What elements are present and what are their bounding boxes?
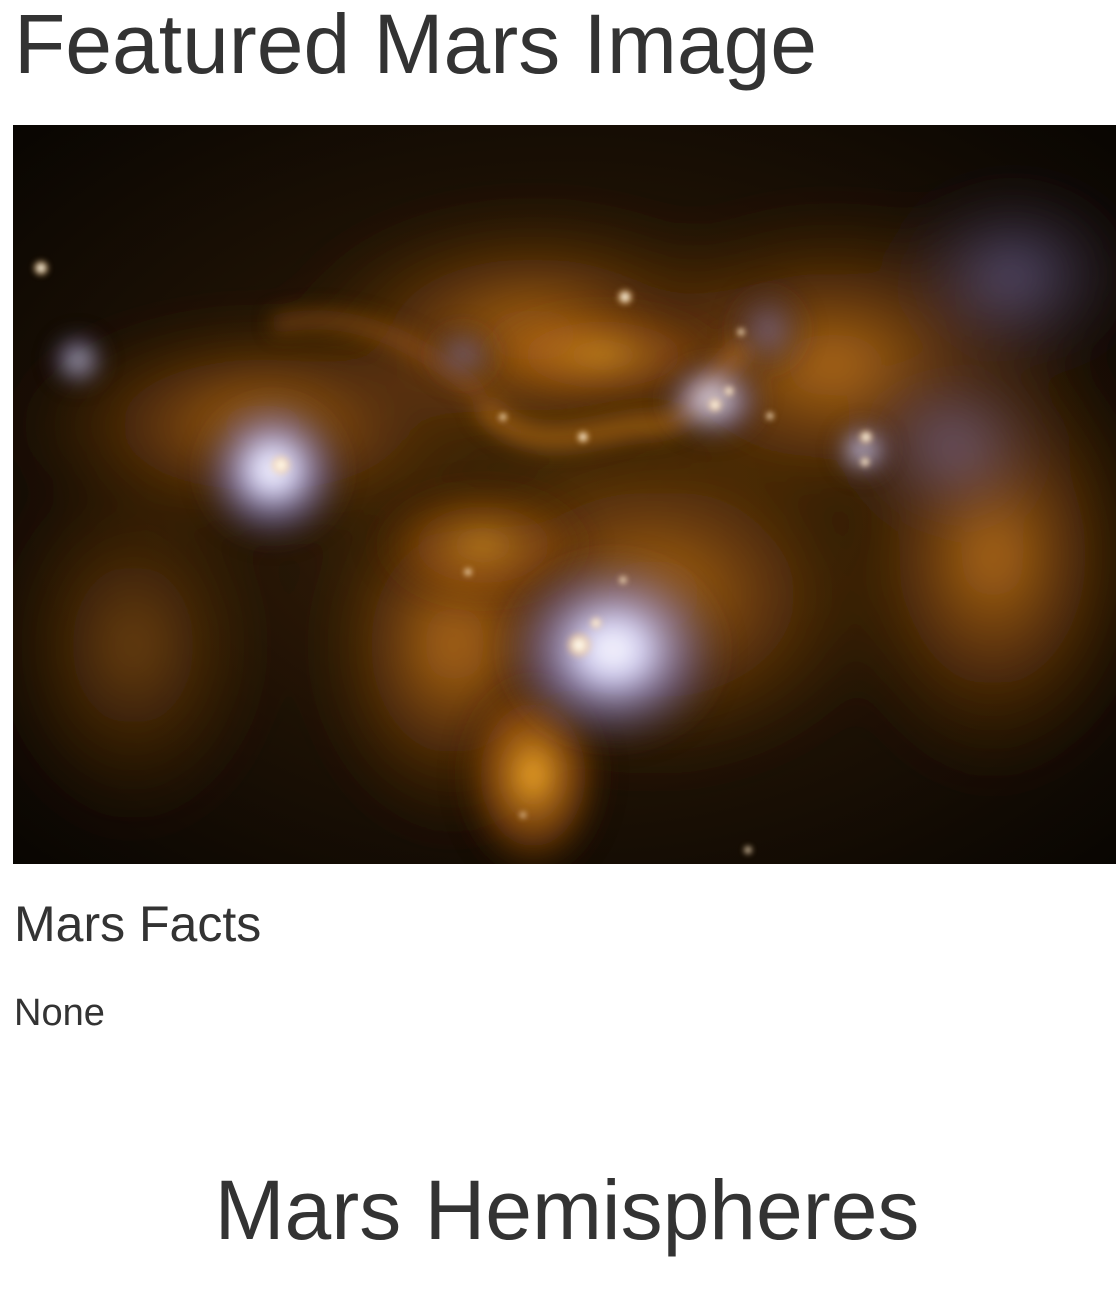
mars-facts-title: Mars Facts bbox=[14, 896, 262, 952]
featured-mars-image[interactable] bbox=[13, 125, 1116, 864]
mars-facts-value: None bbox=[14, 992, 105, 1034]
featured-image-title: Featured Mars Image bbox=[14, 0, 818, 91]
mars-hemispheres-title: Mars Hemispheres bbox=[214, 1163, 920, 1257]
page: Featured Mars Image Mars Facts None Mars… bbox=[0, 0, 1116, 1296]
